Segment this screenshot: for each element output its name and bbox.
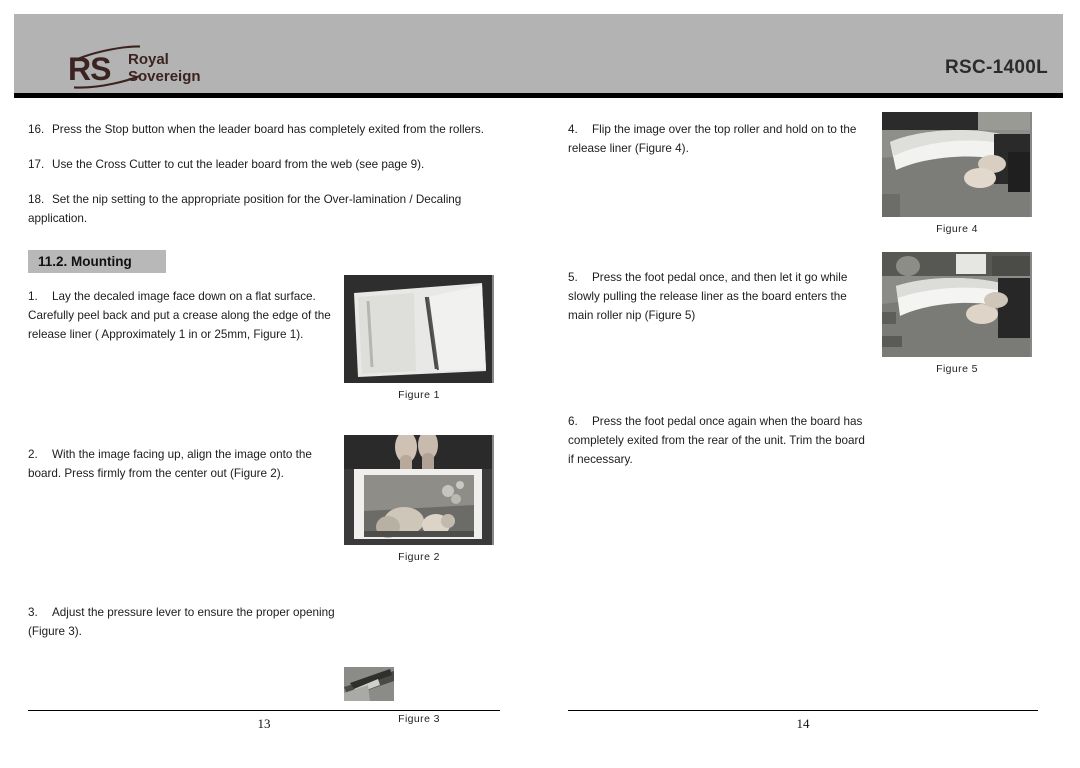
list-item-text: Adjust the pressure lever to ensure the …	[28, 606, 335, 638]
figure-caption: Figure 2	[398, 551, 440, 563]
list-item: 16. Press the Stop button when the leade…	[28, 120, 508, 139]
list-item-number: 3.	[28, 606, 38, 619]
list-item-number: 18.	[28, 193, 45, 206]
figure-3-photo	[344, 667, 394, 701]
svg-text:Sovereign: Sovereign	[128, 68, 201, 85]
logo-graphic: RS Royal Sovereign	[48, 44, 201, 90]
model-number: RSC-1400L	[944, 57, 1048, 78]
right-page: 4. Flip the image over the top roller an…	[568, 112, 1048, 469]
left-page: 16. Press the Stop button when the leade…	[28, 120, 508, 725]
list-item-text: With the image facing up, align the imag…	[28, 448, 312, 480]
list-item-text: Lay the decaled image face down on a fla…	[28, 290, 331, 341]
section-heading: 11.2. Mounting	[28, 250, 166, 273]
list-item-number: 5.	[568, 271, 578, 284]
list-item: 2. With the image facing up, align the i…	[28, 445, 333, 483]
list-item-text: Press the foot pedal once, and then let …	[568, 271, 848, 322]
figure-caption: Figure 5	[936, 363, 978, 375]
svg-text:Royal: Royal	[128, 51, 169, 68]
footer-rule	[568, 710, 1038, 711]
list-item-text: Press the Stop button when the leader bo…	[52, 123, 485, 136]
list-item: 1. Lay the decaled image face down on a …	[28, 287, 333, 344]
list-item: 3. Adjust the pressure lever to ensure t…	[28, 603, 338, 641]
page-number: 14	[796, 716, 810, 731]
list-item-number: 1.	[28, 290, 38, 303]
list-item: 6. Press the foot pedal once again when …	[568, 412, 868, 469]
left-page-footer: 13	[28, 710, 500, 732]
svg-text:RS: RS	[68, 51, 111, 87]
figure-5-photo	[882, 252, 1032, 357]
figure-caption: Figure 1	[398, 389, 440, 401]
list-item-text: Flip the image over the top roller and h…	[568, 123, 857, 155]
figure-2-photo	[344, 435, 494, 545]
list-item-number: 6.	[568, 415, 578, 428]
figure-4-photo	[882, 112, 1032, 217]
list-item-text: Press the foot pedal once again when the…	[568, 415, 865, 466]
right-page-footer: 14	[568, 710, 1038, 732]
header-divider-rule	[14, 93, 1063, 98]
list-item: 4. Flip the image over the top roller an…	[568, 120, 868, 158]
list-item-number: 16.	[28, 123, 45, 136]
list-item-text: Use the Cross Cutter to cut the leader b…	[52, 158, 425, 171]
list-item-text: Set the nip setting to the appropriate p…	[28, 193, 462, 225]
royal-sovereign-logo: RS Royal Sovereign	[48, 44, 268, 90]
list-item-number: 4.	[568, 123, 578, 136]
figure-caption: Figure 4	[936, 223, 978, 235]
page-number: 13	[257, 716, 271, 731]
list-item: 17. Use the Cross Cutter to cut the lead…	[28, 155, 508, 174]
list-item: 18. Set the nip setting to the appropria…	[28, 190, 508, 228]
list-item: 5. Press the foot pedal once, and then l…	[568, 268, 868, 325]
list-item-number: 2.	[28, 448, 38, 461]
list-item-number: 17.	[28, 158, 45, 171]
figure-1-photo	[344, 275, 494, 383]
footer-rule	[28, 710, 500, 711]
